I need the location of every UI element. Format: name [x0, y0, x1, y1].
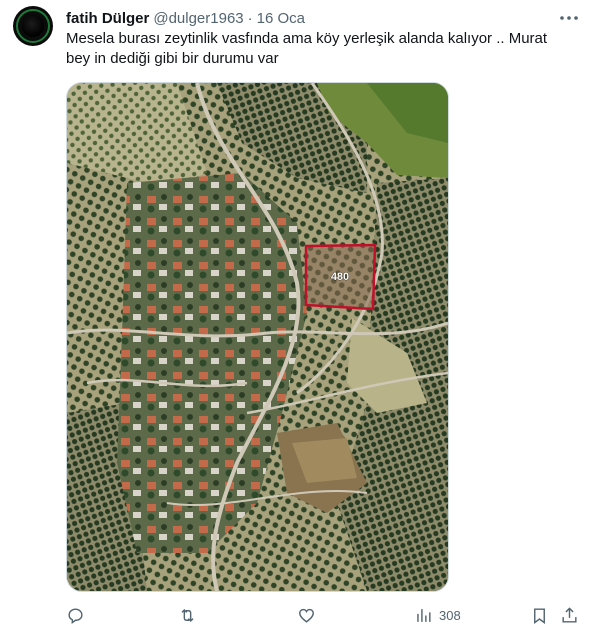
author-handle[interactable]: @dulger1963: [153, 10, 243, 27]
like-icon: [299, 608, 314, 623]
more-button[interactable]: [558, 8, 580, 28]
retweet-icon: [181, 608, 194, 622]
avatar[interactable]: [13, 6, 53, 46]
satellite-map: 480: [67, 83, 448, 591]
more-icon: [560, 16, 578, 20]
reply-button[interactable]: [66, 602, 85, 628]
reply-icon: [68, 607, 83, 624]
like-button[interactable]: [297, 602, 316, 628]
share-button[interactable]: [560, 602, 579, 628]
tweet[interactable]: fatih Dülger @dulger1963 · 16 Oca Mesela…: [0, 0, 604, 635]
bookmark-icon: [534, 607, 545, 624]
parcel-480-label: 480: [331, 271, 349, 283]
retweet-button[interactable]: [178, 602, 197, 628]
tweet-header: fatih Dülger @dulger1963 · 16 Oca: [66, 8, 305, 28]
bookmark-button[interactable]: [530, 602, 549, 628]
views-icon: [417, 608, 431, 622]
tweet-date[interactable]: 16 Oca: [257, 10, 305, 27]
avatar-emblem: [22, 15, 44, 37]
share-icon: [562, 606, 577, 623]
views-count: 308: [439, 607, 461, 623]
author-name[interactable]: fatih Dülger: [66, 10, 149, 27]
separator-dot: ·: [247, 9, 253, 27]
views-button[interactable]: 308: [414, 602, 461, 628]
tweet-text: Mesela burası zeytinlik vasfında ama köy…: [66, 30, 548, 67]
tweet-media-image[interactable]: 480: [66, 82, 449, 592]
tweet-actions: 308: [66, 602, 586, 628]
